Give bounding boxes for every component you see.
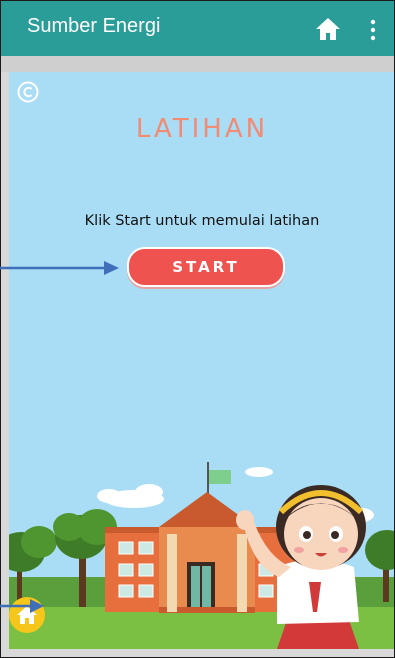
copyright-icon [17, 81, 39, 103]
instruction-text: Klik Start untuk memulai latihan [84, 213, 320, 229]
school-building [105, 462, 295, 613]
app-bar: Sumber Energi [1, 1, 394, 56]
start-pointer-arrow [0, 261, 119, 275]
more-vert-icon[interactable] [369, 19, 377, 41]
home-icon[interactable] [315, 17, 341, 41]
exercise-scene: LATIHAN Klik Start untuk memulai latihan… [9, 72, 394, 649]
bottom-strip [1, 649, 394, 657]
page-title: LATIHAN [135, 114, 269, 144]
start-button[interactable]: START [127, 247, 285, 287]
status-strip [1, 56, 394, 72]
app-title: Sumber Energi [27, 15, 161, 37]
home-pointer-arrow [0, 599, 44, 613]
school-illustration [9, 462, 394, 649]
app-frame: Sumber Energi LATIHAN Klik Start untuk m… [0, 0, 395, 658]
